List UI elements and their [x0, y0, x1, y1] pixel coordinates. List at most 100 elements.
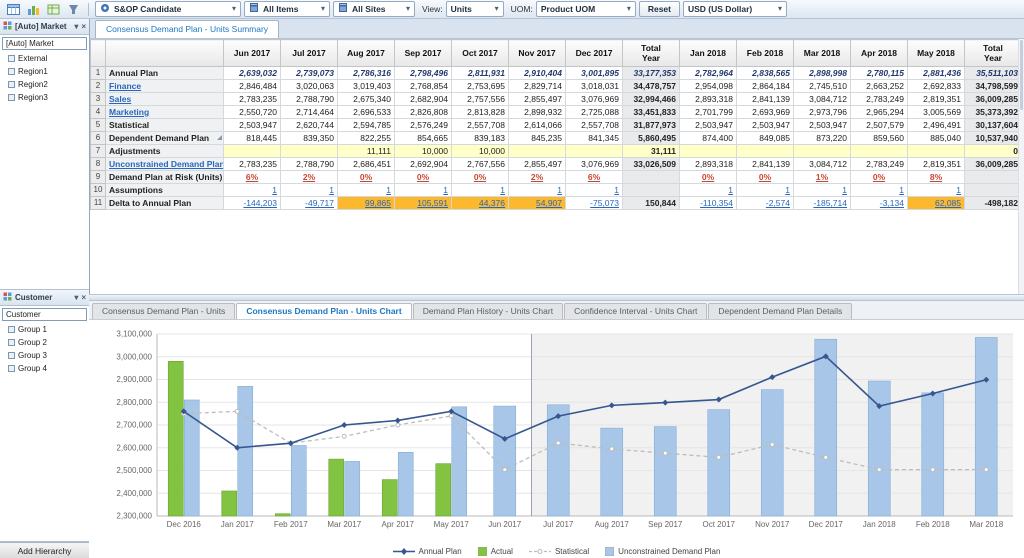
grid-cell[interactable]: 2,855,497 — [509, 158, 566, 171]
grid-cell[interactable]: 2,841,139 — [737, 158, 794, 171]
grid-cell[interactable]: 3,005,569 — [908, 106, 965, 119]
grid-cell[interactable]: -3,134 — [851, 197, 908, 210]
horizontal-splitter[interactable] — [89, 294, 1024, 301]
grid-cell[interactable]: 2,692,904 — [395, 158, 452, 171]
grid-cell[interactable]: 1 — [509, 184, 566, 197]
bottom-tab-consensus-demand-plan-units[interactable]: Consensus Demand Plan - Units — [92, 303, 235, 319]
grid-cell[interactable]: 841,345 — [566, 132, 623, 145]
bottom-tab-demand-plan-history-units-chart[interactable]: Demand Plan History - Units Chart — [413, 303, 563, 319]
grid-cell[interactable]: 44,376 — [452, 197, 509, 210]
tree-item-external[interactable]: External — [8, 52, 87, 65]
grid-cell[interactable]: 1 — [680, 184, 737, 197]
bottom-tab-dependent-demand-plan-details[interactable]: Dependent Demand Plan Details — [708, 303, 852, 319]
grid-cell[interactable]: 2,503,947 — [680, 119, 737, 132]
grid-cell[interactable]: 2,965,294 — [851, 106, 908, 119]
grid-cell[interactable]: 2,819,351 — [908, 158, 965, 171]
grid-cell[interactable]: 34,478,757 — [623, 80, 680, 93]
grid-cell[interactable]: 2,798,496 — [395, 67, 452, 80]
grid-cell[interactable]: 1 — [224, 184, 281, 197]
grid-cell[interactable]: 36,009,285 — [965, 93, 1022, 106]
grid-cell[interactable]: 150,844 — [623, 197, 680, 210]
grid-cell[interactable]: 3,001,895 — [566, 67, 623, 80]
grid-cell[interactable]: 2,620,744 — [281, 119, 338, 132]
grid-cell[interactable]: 2,788,790 — [281, 158, 338, 171]
grid-cell[interactable]: -110,354 — [680, 197, 737, 210]
grid-cell[interactable]: 2,954,098 — [680, 80, 737, 93]
grid-cell[interactable]: 2,594,785 — [338, 119, 395, 132]
grid-cell[interactable]: 2,725,088 — [566, 106, 623, 119]
grid-cell[interactable]: 2,696,533 — [338, 106, 395, 119]
grid-cell[interactable]: 2% — [281, 171, 338, 184]
grid-cell[interactable]: 2,675,340 — [338, 93, 395, 106]
uom-combo[interactable]: Product UOM ▾ — [536, 1, 636, 17]
grid-cell[interactable]: 35,511,103 — [965, 67, 1022, 80]
grid-cell[interactable]: 10,000 — [452, 145, 509, 158]
panel-close-icon[interactable]: × — [81, 294, 86, 302]
grid-cell[interactable]: 36,009,285 — [965, 158, 1022, 171]
grid-cell[interactable]: 2,503,947 — [737, 119, 794, 132]
grid-cell[interactable]: -2,574 — [737, 197, 794, 210]
grid-cell[interactable]: 2,811,931 — [452, 67, 509, 80]
tree-item-region1[interactable]: Region1 — [8, 65, 87, 78]
grid-cell[interactable]: 2,786,316 — [338, 67, 395, 80]
grid-cell[interactable]: 5,860,495 — [623, 132, 680, 145]
tree-item-group-3[interactable]: Group 3 — [8, 349, 87, 362]
grid-cell[interactable] — [623, 171, 680, 184]
tab-consensus-demand-plan-units-summary[interactable]: Consensus Demand Plan - Units Summary — [95, 20, 279, 38]
worksheet-icon[interactable] — [5, 1, 22, 17]
grid-cell[interactable]: 2,767,556 — [452, 158, 509, 171]
grid-cell[interactable]: 30,137,604 — [965, 119, 1022, 132]
grid-cell[interactable]: 3,084,712 — [794, 158, 851, 171]
grid-cell[interactable]: -144,203 — [224, 197, 281, 210]
pivot-icon[interactable] — [45, 1, 62, 17]
grid-cell[interactable]: 31,877,973 — [623, 119, 680, 132]
panel-dropdown-icon[interactable]: ▾ — [74, 294, 78, 302]
grid-cell[interactable] — [794, 145, 851, 158]
grid-cell[interactable]: 0% — [452, 171, 509, 184]
grid-cell[interactable]: 2,768,854 — [395, 80, 452, 93]
grid-cell[interactable]: 62,085 — [908, 197, 965, 210]
scrollbar-thumb[interactable] — [1020, 40, 1023, 110]
grid-cell[interactable] — [965, 171, 1022, 184]
row-label-finance[interactable]: Finance — [106, 80, 224, 93]
grid-cell[interactable]: 35,373,392 — [965, 106, 1022, 119]
grid-cell[interactable]: 6% — [224, 171, 281, 184]
grid-cell[interactable]: 849,085 — [737, 132, 794, 145]
grid-cell[interactable]: 0% — [851, 171, 908, 184]
sites-filter-combo[interactable]: All Sites ▾ — [333, 1, 415, 17]
grid-cell[interactable]: 2,783,235 — [224, 158, 281, 171]
grid-cell[interactable]: 2,788,790 — [281, 93, 338, 106]
panel-dropdown-icon[interactable]: ▾ — [74, 23, 78, 31]
grid-cell[interactable] — [737, 145, 794, 158]
tree-item-region3[interactable]: Region3 — [8, 91, 87, 104]
grid-cell[interactable]: 0% — [338, 171, 395, 184]
row-label-marketing[interactable]: Marketing — [106, 106, 224, 119]
grid-cell[interactable]: 2,639,032 — [224, 67, 281, 80]
grid-cell[interactable]: 3,084,712 — [794, 93, 851, 106]
grid-cell[interactable]: 885,040 — [908, 132, 965, 145]
grid-cell[interactable]: 3,076,969 — [566, 93, 623, 106]
grid-cell[interactable]: 2,757,556 — [452, 93, 509, 106]
grid-cell[interactable]: 33,177,353 — [623, 67, 680, 80]
grid-cell[interactable]: 1 — [794, 184, 851, 197]
grid-cell[interactable]: 8% — [908, 171, 965, 184]
market-root-node[interactable]: [Auto] Market — [2, 37, 87, 50]
grid-cell[interactable]: 3,019,403 — [338, 80, 395, 93]
grid-cell[interactable]: 1 — [281, 184, 338, 197]
grid-cell[interactable]: 2,503,947 — [224, 119, 281, 132]
grid-cell[interactable]: 105,591 — [395, 197, 452, 210]
grid-cell[interactable]: 2,846,484 — [224, 80, 281, 93]
grid-cell[interactable] — [224, 145, 281, 158]
grid-cell[interactable]: 0% — [395, 171, 452, 184]
grid-cell[interactable]: 10,537,940 — [965, 132, 1022, 145]
tree-item-region2[interactable]: Region2 — [8, 78, 87, 91]
grid-cell[interactable]: 2,783,235 — [224, 93, 281, 106]
grid-cell[interactable]: 2,507,579 — [851, 119, 908, 132]
bottom-tab-confidence-interval-units-chart[interactable]: Confidence Interval - Units Chart — [564, 303, 707, 319]
grid-cell[interactable]: 2,881,436 — [908, 67, 965, 80]
grid-cell[interactable]: 0% — [737, 171, 794, 184]
panel-close-icon[interactable]: × — [81, 23, 86, 31]
grid-cell[interactable] — [623, 184, 680, 197]
grid-cell[interactable]: -498,182 — [965, 197, 1022, 210]
grid-cell[interactable] — [566, 145, 623, 158]
